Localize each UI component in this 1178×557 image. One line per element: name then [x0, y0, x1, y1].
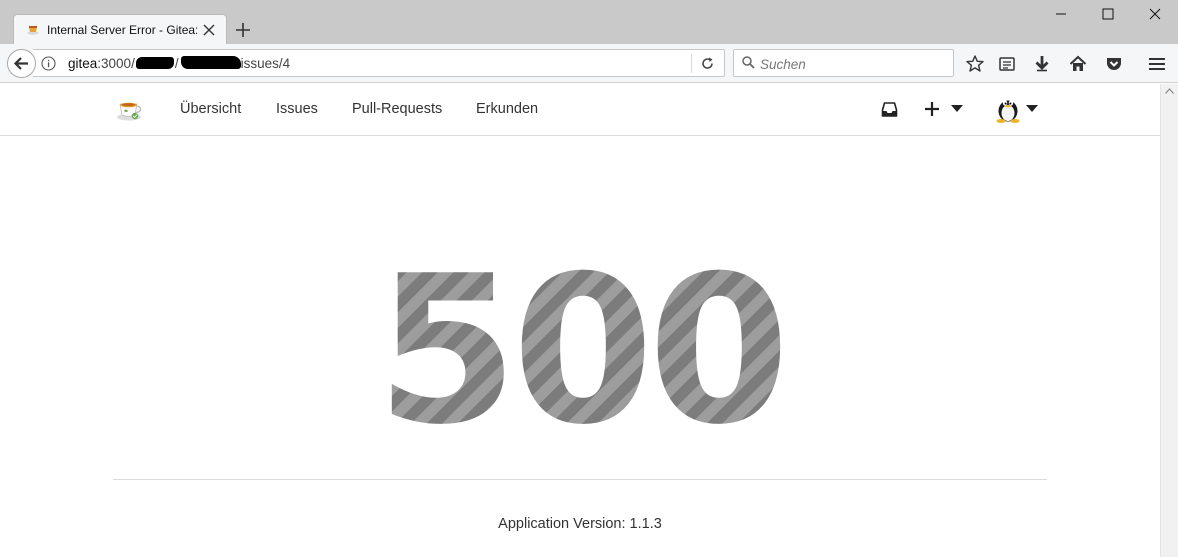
plus-icon	[925, 102, 939, 116]
back-button[interactable]	[7, 49, 36, 78]
gitea-tea-icon	[27, 26, 39, 35]
address-bar[interactable]: gitea:3000/ / issues/4	[33, 49, 725, 77]
app-version: Application Version: 1.1.3	[498, 516, 662, 532]
browser-tab[interactable]: Internal Server Error - Gitea:	[13, 14, 227, 45]
search-icon	[742, 56, 755, 69]
menu-icon[interactable]	[1147, 54, 1167, 74]
minimize-icon[interactable]	[1053, 6, 1069, 22]
url-separator	[691, 54, 692, 73]
bookmark-star-icon[interactable]	[965, 54, 985, 74]
scroll-up-arrow-icon[interactable]	[1165, 88, 1174, 94]
gitea-logo-icon[interactable]	[116, 98, 144, 122]
inbox-icon[interactable]	[881, 101, 898, 118]
home-icon[interactable]	[1068, 54, 1088, 74]
nav-issues[interactable]: Issues	[276, 101, 318, 117]
nav-overview[interactable]: Übersicht	[180, 101, 241, 117]
error-code-graphic: 500	[376, 259, 790, 427]
url-path: issues/4	[240, 56, 291, 71]
redacted-segment	[135, 57, 174, 69]
info-icon[interactable]	[41, 56, 56, 71]
url-text: gitea:3000/ / issues/4	[68, 56, 290, 71]
nav-explore[interactable]: Erkunden	[476, 101, 538, 117]
caret-down-icon	[951, 105, 963, 112]
error-code: 500	[376, 259, 784, 427]
vertical-scrollbar[interactable]	[1160, 84, 1178, 557]
search-bar[interactable]: Suchen	[733, 49, 954, 77]
url-host: gitea	[68, 56, 98, 71]
search-placeholder: Suchen	[760, 57, 806, 72]
window-titlebar: Internal Server Error - Gitea:	[0, 0, 1178, 45]
url-port: :3000/	[97, 56, 135, 71]
close-tab-icon[interactable]	[202, 23, 216, 37]
download-icon[interactable]	[1032, 54, 1052, 74]
avatar	[996, 100, 1020, 123]
caret-down-icon	[1026, 105, 1038, 112]
create-new-dropdown[interactable]	[924, 100, 966, 120]
redacted-segment	[180, 56, 241, 69]
divider	[113, 479, 1047, 480]
tab-title: Internal Server Error - Gitea:	[47, 23, 197, 37]
browser-toolbar: gitea:3000/ / issues/4 Suchen	[0, 44, 1178, 83]
pocket-icon[interactable]	[1104, 54, 1124, 74]
user-menu-dropdown[interactable]	[995, 95, 1039, 123]
back-arrow-icon	[13, 57, 28, 70]
page-content: Übersicht Issues Pull-Requests Erkunden	[0, 84, 1160, 557]
url-slash: /	[174, 56, 179, 71]
close-window-icon[interactable]	[1147, 6, 1163, 22]
maximize-icon[interactable]	[1100, 6, 1116, 22]
new-tab-icon[interactable]	[235, 22, 251, 38]
reload-icon[interactable]	[700, 56, 715, 71]
site-navbar: Übersicht Issues Pull-Requests Erkunden	[0, 84, 1160, 136]
bookmarks-list-icon[interactable]	[997, 54, 1017, 74]
nav-pull-requests[interactable]: Pull-Requests	[352, 101, 442, 117]
